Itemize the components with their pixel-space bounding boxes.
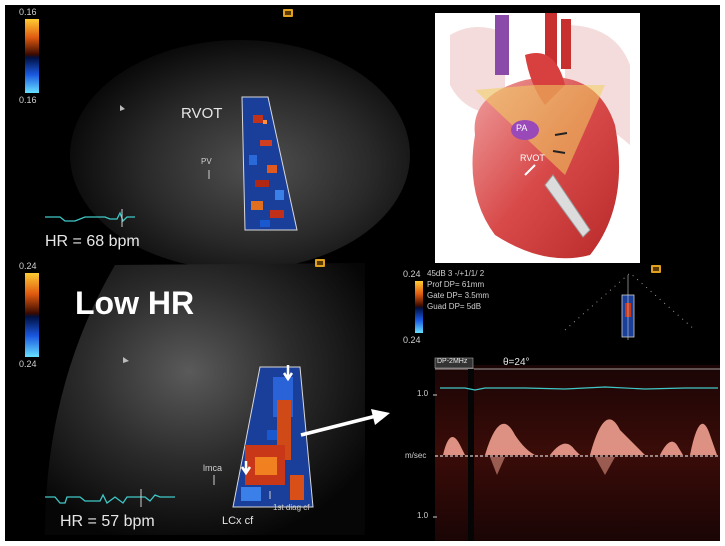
- label-lcx: LCx cf: [222, 515, 254, 527]
- angle-readout: θ=24°: [503, 357, 530, 368]
- scale-max-bottom: 0.24: [19, 261, 37, 271]
- label-rvot: RVOT: [181, 105, 223, 122]
- probe-indicator-icon: [283, 9, 293, 17]
- echo-image-layer: [25, 13, 720, 541]
- doppler-setting-gain: 45dB 3 -/+1/1/ 2: [427, 269, 485, 278]
- low-hr-title: Low HR: [75, 285, 195, 321]
- echo-figure: 0.16 0.16 RVOT PV HR = 68 bpm 0.24 0.24 …: [5, 5, 720, 541]
- velocity-scale-bar-top: [25, 19, 39, 93]
- velocity-axis-unit: m/sec: [405, 451, 427, 460]
- doppler-sector-overview: [564, 272, 696, 340]
- connector-arrow-head: [371, 409, 390, 425]
- label-1st-diag: 1st diag cf: [273, 503, 310, 512]
- doppler-setting-guad: Guad DP= 5dB: [427, 302, 482, 311]
- velocity-scale-bar-doppler: [415, 281, 423, 333]
- scale-min-doppler: 0.24: [403, 335, 421, 345]
- velocity-scale-bar-bottom: [25, 273, 39, 357]
- probe-indicator-icon: [651, 265, 661, 273]
- spectral-gap: [468, 369, 474, 541]
- scale-max-doppler: 0.24: [403, 269, 421, 279]
- doppler-setting-prof: Prof DP= 61mm: [427, 280, 485, 289]
- label-rvot-illustration: RVOT: [520, 153, 545, 163]
- probe-indicator-icon: [315, 259, 325, 267]
- scale-max-top: 0.16: [19, 7, 37, 17]
- probe-tag: DP-2MHz: [437, 358, 468, 365]
- label-pa: PA: [516, 123, 528, 133]
- heart-rate-top: HR = 68 bpm: [45, 233, 140, 250]
- scale-min-bottom: 0.24: [19, 359, 37, 369]
- velocity-tick-bottom: 1.0: [417, 511, 429, 520]
- scale-min-top: 0.16: [19, 95, 37, 105]
- heart-rate-bottom: HR = 57 bpm: [60, 513, 155, 530]
- doppler-setting-gate: Gate DP= 3.5mm: [427, 291, 490, 300]
- label-lmca: lmca: [203, 463, 223, 473]
- velocity-tick-top: 1.0: [417, 389, 429, 398]
- label-pv: PV: [201, 157, 212, 166]
